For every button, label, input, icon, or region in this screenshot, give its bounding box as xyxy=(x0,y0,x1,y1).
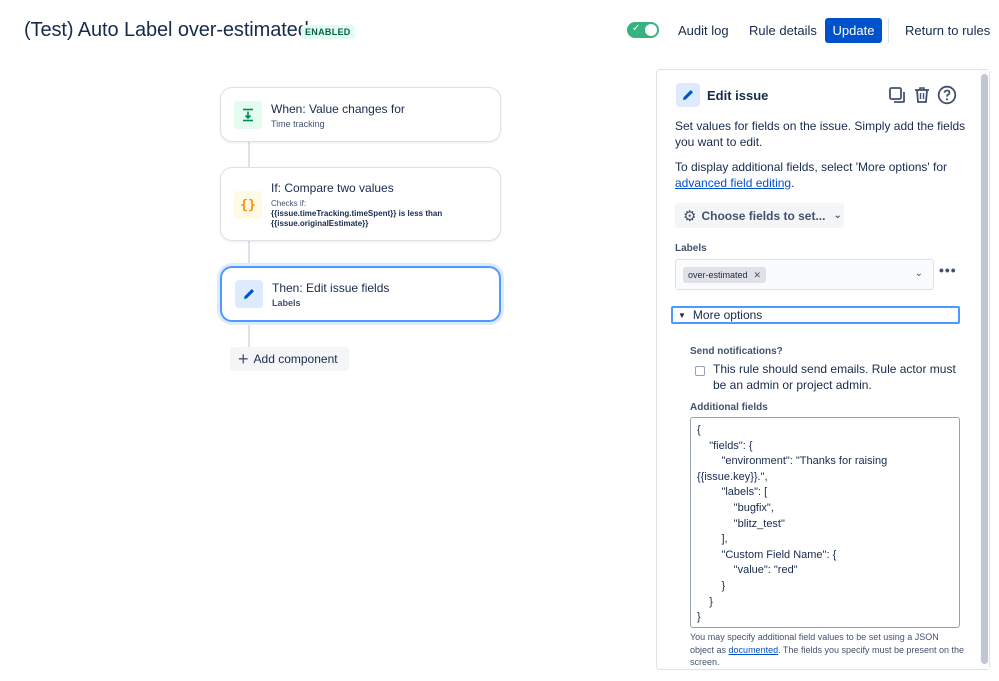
chevron-down-icon: ⌄ xyxy=(833,210,842,221)
trigger-subtitle: Time tracking xyxy=(271,119,325,129)
advanced-editing-suffix: . xyxy=(791,176,795,190)
send-notifications-text: This rule should send emails. Rule actor… xyxy=(713,362,956,392)
label-tag-text: over-estimated xyxy=(688,270,748,280)
pencil-icon xyxy=(676,83,700,107)
action-title: Then: Edit issue fields xyxy=(272,281,390,295)
send-notifications-label: Send notifications? xyxy=(690,346,783,357)
value-change-icon xyxy=(234,101,262,129)
condition-card[interactable]: {} If: Compare two values Checks if: {{i… xyxy=(220,167,501,241)
rule-details-button[interactable]: Rule details xyxy=(749,23,817,38)
additional-fields-textarea[interactable]: { "fields": { "environment": "Thanks for… xyxy=(690,417,960,628)
choose-fields-button[interactable]: ⚙ Choose fields to set... ⌄ xyxy=(675,203,844,228)
action-card[interactable]: Then: Edit issue fields Labels xyxy=(220,266,501,322)
send-notifications-checkbox[interactable] xyxy=(695,366,705,376)
trash-icon[interactable] xyxy=(911,84,933,106)
add-component-button[interactable]: + Add component xyxy=(230,347,349,371)
condition-checks-label: Checks if: xyxy=(271,199,307,208)
remove-tag-icon[interactable]: ✕ xyxy=(754,270,762,281)
labels-select[interactable]: over-estimated ✕ ⌄ xyxy=(675,259,934,290)
panel-description: Set values for fields on the issue. Simp… xyxy=(675,119,966,149)
audit-log-button[interactable]: Audit log xyxy=(678,23,729,38)
condition-operator: is less than xyxy=(398,209,443,218)
condition-expr2: {{issue.originalEstimate}} xyxy=(271,219,369,228)
label-tag: over-estimated ✕ xyxy=(683,267,767,283)
duplicate-icon[interactable] xyxy=(886,84,908,106)
additional-fields-label: Additional fields xyxy=(690,402,768,413)
advanced-editing-prefix: To display additional fields, select 'Mo… xyxy=(675,160,948,174)
more-actions-icon[interactable]: ••• xyxy=(939,262,957,278)
panel-title: Edit issue xyxy=(707,88,769,103)
condition-title: If: Compare two values xyxy=(271,181,394,195)
return-to-rules-button[interactable]: Return to rules xyxy=(905,23,990,38)
rule-enabled-toggle[interactable]: ✓ xyxy=(627,22,659,38)
update-button[interactable]: Update xyxy=(825,18,882,43)
gear-icon: ⚙ xyxy=(683,207,697,225)
pencil-icon xyxy=(235,280,263,308)
trigger-card[interactable]: When: Value changes for Time tracking xyxy=(220,87,501,142)
flow-connector xyxy=(248,322,250,347)
help-icon[interactable] xyxy=(936,84,958,106)
status-badge: ENABLED xyxy=(301,25,355,39)
documented-link[interactable]: documented xyxy=(729,645,779,655)
add-component-label: Add component xyxy=(253,352,338,366)
check-icon: ✓ xyxy=(632,23,641,34)
condition-detail: Checks if: {{issue.timeTracking.timeSpen… xyxy=(271,199,491,229)
additional-fields-help: You may specify additional field values … xyxy=(690,631,965,669)
more-options-toggle[interactable]: ▼ More options xyxy=(671,306,960,324)
panel-scrollbar[interactable] xyxy=(980,70,989,669)
flow-connector xyxy=(248,241,250,266)
advanced-editing-note: To display additional fields, select 'Mo… xyxy=(675,159,975,191)
braces-icon: {} xyxy=(234,191,262,219)
page-title: (Test) Auto Label over-estimated xyxy=(24,19,309,41)
advanced-field-editing-link[interactable]: advanced field editing xyxy=(675,176,791,190)
chevron-down-icon: ▼ xyxy=(678,310,686,320)
choose-fields-label: Choose fields to set... xyxy=(701,208,826,223)
labels-field-label: Labels xyxy=(675,243,707,254)
more-options-label: More options xyxy=(692,308,763,322)
condition-expr1: {{issue.timeTracking.timeSpent}} xyxy=(271,209,397,218)
toggle-knob xyxy=(645,24,657,36)
trigger-title: When: Value changes for xyxy=(271,102,405,116)
scrollbar-thumb[interactable] xyxy=(981,74,988,664)
chevron-down-icon[interactable]: ⌄ xyxy=(915,268,923,279)
action-subtitle: Labels xyxy=(272,298,301,308)
header-divider xyxy=(888,18,889,43)
flow-connector xyxy=(248,142,250,167)
plus-icon: + xyxy=(238,349,249,369)
